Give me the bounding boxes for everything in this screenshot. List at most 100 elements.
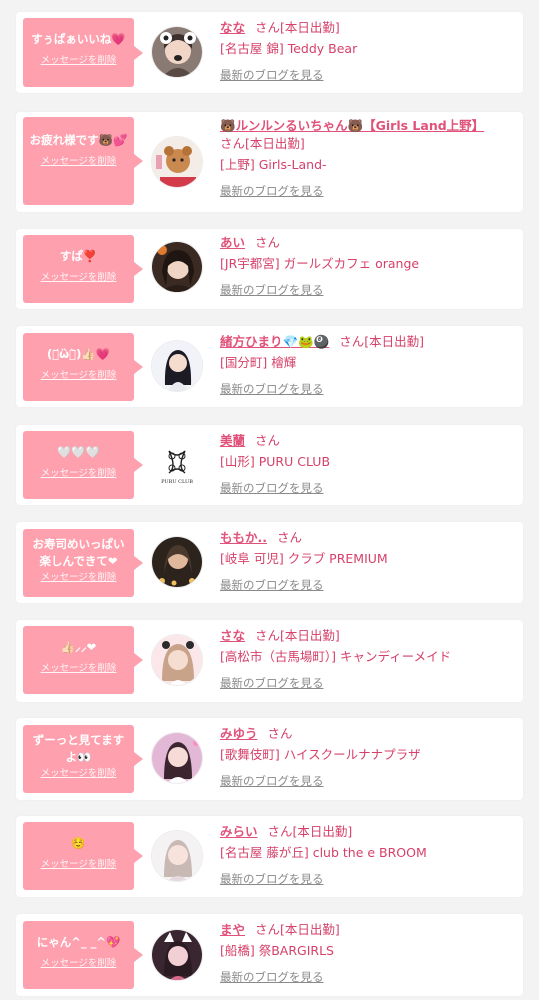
cast-name-link[interactable]: 緒方ひまり💎🐸🎱 xyxy=(220,334,329,349)
name-line: あい さん xyxy=(220,234,515,252)
name-line: 🐻ルンルンるいちゃん🐻【Girls Land上野】 さん[本日出勤] xyxy=(220,117,515,153)
name-line: 緒方ひまり💎🐸🎱 さん[本日出勤] xyxy=(220,333,515,351)
cast-name-link[interactable]: あい xyxy=(220,235,245,250)
girl-photo-avatar-icon xyxy=(152,341,202,391)
message-list: すぅぱぁいいね💗 メッセージを削除 なな さん[本日出勤] [名古屋 錦] Ted… xyxy=(0,0,539,1000)
latest-blog-link[interactable]: 最新のブログを見る xyxy=(220,382,324,397)
latest-blog-link[interactable]: 最新のブログを見る xyxy=(220,578,324,593)
message-card: すぱ❣️ メッセージを削除 あい さん [JR宇都宮] ガールズカフェ orang… xyxy=(16,229,523,309)
delete-message-link[interactable]: メッセージを削除 xyxy=(23,767,134,780)
shop-name: [上野] Girls-Land- xyxy=(220,157,327,172)
status-badge: [本日出勤] xyxy=(280,628,340,643)
message-bubble: お疲れ様です🐻💕 メッセージを削除 xyxy=(23,117,143,205)
info-block: ももか.. さん [岐阜 可児] クラブ PREMIUM 最新のブログを見る xyxy=(220,529,515,593)
latest-blog-link[interactable]: 最新のブログを見る xyxy=(220,481,324,496)
cast-name-link[interactable]: さな xyxy=(220,628,245,643)
delete-message-link[interactable]: メッセージを削除 xyxy=(23,662,134,675)
name-line: まや さん[本日出勤] xyxy=(220,921,515,939)
status-badge: [本日出勤] xyxy=(292,824,353,839)
message-card: にゃん^_ _^💖 メッセージを削除 まや さん[本日出勤] [船橋] 祭BARG… xyxy=(16,914,523,996)
message-bubble: にゃん^_ _^💖 メッセージを削除 xyxy=(23,921,143,989)
status-badge: [本日出勤] xyxy=(280,922,340,937)
message-text: お疲れ様です🐻💕 xyxy=(29,133,128,147)
shop-name: [高松市（古馬場町）] キャンディーメイド xyxy=(220,649,452,664)
shop-name: [名古屋 藤が丘] club the e BROOM xyxy=(220,845,427,860)
message-card: 🤍🤍🤍 メッセージを削除 PURU CLUB 美蘭 さん [山形] PURU CL… xyxy=(16,425,523,505)
message-card: ☺️ メッセージを削除 みらい さん[本日出勤] [名古屋 藤が丘] club t… xyxy=(16,816,523,897)
status-badge: [本日出勤] xyxy=(364,334,424,349)
avatar[interactable] xyxy=(151,732,203,784)
info-block: みゆう さん [歌舞伎町] ハイスクールナナプラザ 最新のブログを見る xyxy=(220,725,515,789)
cast-name-link[interactable]: みゆう xyxy=(220,726,258,741)
message-text: 🤍🤍🤍 xyxy=(57,445,100,459)
message-text: ☺️ xyxy=(71,836,86,850)
honorific: さん xyxy=(255,433,281,448)
shop-name: [山形] PURU CLUB xyxy=(220,454,331,469)
latest-blog-link[interactable]: 最新のブログを見る xyxy=(220,68,324,83)
girl-photo-avatar-icon xyxy=(152,27,202,77)
latest-blog-link[interactable]: 最新のブログを見る xyxy=(220,872,324,887)
honorific: さん xyxy=(267,726,293,741)
info-block: 美蘭 さん [山形] PURU CLUB 最新のブログを見る xyxy=(220,432,515,496)
shop-name: [岐阜 可児] クラブ PREMIUM xyxy=(220,551,388,566)
girl-photo-avatar-icon xyxy=(152,930,202,980)
avatar[interactable] xyxy=(151,340,203,392)
delete-message-link[interactable]: メッセージを削除 xyxy=(23,957,134,970)
message-bubble: すぅぱぁいいね💗 メッセージを削除 xyxy=(23,18,143,87)
avatar[interactable] xyxy=(151,830,203,882)
girl-photo-avatar-icon xyxy=(152,831,202,881)
avatar[interactable]: PURU CLUB xyxy=(151,439,203,491)
cast-name-link[interactable]: 🐻ルンルンるいちゃん🐻【Girls Land上野】 xyxy=(220,118,484,133)
avatar[interactable] xyxy=(151,929,203,981)
cast-name-link[interactable]: ももか.. xyxy=(220,530,267,545)
delete-message-link[interactable]: メッセージを削除 xyxy=(23,271,134,284)
shop-name: [歌舞伎町] ハイスクールナナプラザ xyxy=(220,747,421,762)
message-text: すぱ❣️ xyxy=(59,249,98,263)
cast-name-link[interactable]: まや xyxy=(220,922,245,937)
message-bubble: お寿司めいっぱい楽しんできて❤︎ メッセージを削除 xyxy=(23,529,143,597)
delete-message-link[interactable]: メッセージを削除 xyxy=(23,858,134,871)
delete-message-link[interactable]: メッセージを削除 xyxy=(23,369,134,382)
avatar[interactable] xyxy=(151,634,203,686)
shop-name: [JR宇都宮] ガールズカフェ orange xyxy=(220,256,420,271)
shop-name: [名古屋 錦] Teddy Bear xyxy=(220,41,358,56)
cast-name-link[interactable]: 美蘭 xyxy=(220,433,245,448)
message-card: お寿司めいっぱい楽しんできて❤︎ メッセージを削除 ももか.. さん [岐阜 可児… xyxy=(16,522,523,603)
avatar[interactable] xyxy=(151,536,203,588)
message-text: すぅぱぁいいね💗 xyxy=(31,32,126,46)
status-badge: [本日出勤] xyxy=(280,20,340,35)
info-block: 緒方ひまり💎🐸🎱 さん[本日出勤] [国分町] 檜輝 最新のブログを見る xyxy=(220,333,515,397)
delete-message-link[interactable]: メッセージを削除 xyxy=(23,467,134,480)
honorific: さん xyxy=(277,530,303,545)
latest-blog-link[interactable]: 最新のブログを見る xyxy=(220,970,324,985)
honorific: さん xyxy=(255,20,281,35)
delete-message-link[interactable]: メッセージを削除 xyxy=(23,54,134,67)
avatar[interactable] xyxy=(151,26,203,78)
honorific: さん xyxy=(255,235,281,250)
honorific: さん xyxy=(339,334,365,349)
latest-blog-link[interactable]: 最新のブログを見る xyxy=(220,676,324,691)
latest-blog-link[interactable]: 最新のブログを見る xyxy=(220,184,324,199)
message-card: すぅぱぁいいね💗 メッセージを削除 なな さん[本日出勤] [名古屋 錦] Ted… xyxy=(16,12,523,93)
info-block: まや さん[本日出勤] [船橋] 祭BARGIRLS 最新のブログを見る xyxy=(220,921,515,985)
avatar[interactable] xyxy=(151,241,203,293)
info-block: みらい さん[本日出勤] [名古屋 藤が丘] club the e BROOM 最… xyxy=(220,823,515,887)
delete-message-link[interactable]: メッセージを削除 xyxy=(23,571,134,584)
cast-name-link[interactable]: なな xyxy=(220,20,245,35)
honorific: さん xyxy=(255,628,281,643)
latest-blog-link[interactable]: 最新のブログを見る xyxy=(220,283,324,298)
message-card: ずーっと見てますよ👀 メッセージを削除 みゆう さん [歌舞伎町] ハイスクールナ… xyxy=(16,718,523,800)
name-line: みゆう さん xyxy=(220,725,515,743)
status-badge: [本日出勤] xyxy=(245,136,305,151)
message-text: 👍🏻⸝⸝❤︎ xyxy=(60,640,97,654)
message-text: お寿司めいっぱい楽しんできて❤︎ xyxy=(32,537,125,568)
delete-message-link[interactable]: メッセージを削除 xyxy=(23,155,134,168)
logo-text: PURU CLUB xyxy=(161,479,193,485)
honorific: さん xyxy=(255,922,281,937)
avatar[interactable] xyxy=(151,136,203,188)
cast-name-link[interactable]: みらい xyxy=(220,824,258,839)
message-bubble: (・᷄ὢ・᷅)👍🏻💗 メッセージを削除 xyxy=(23,333,143,401)
girl-photo-avatar-icon xyxy=(152,733,202,783)
shop-name: [船橋] 祭BARGIRLS xyxy=(220,943,334,958)
latest-blog-link[interactable]: 最新のブログを見る xyxy=(220,774,324,789)
